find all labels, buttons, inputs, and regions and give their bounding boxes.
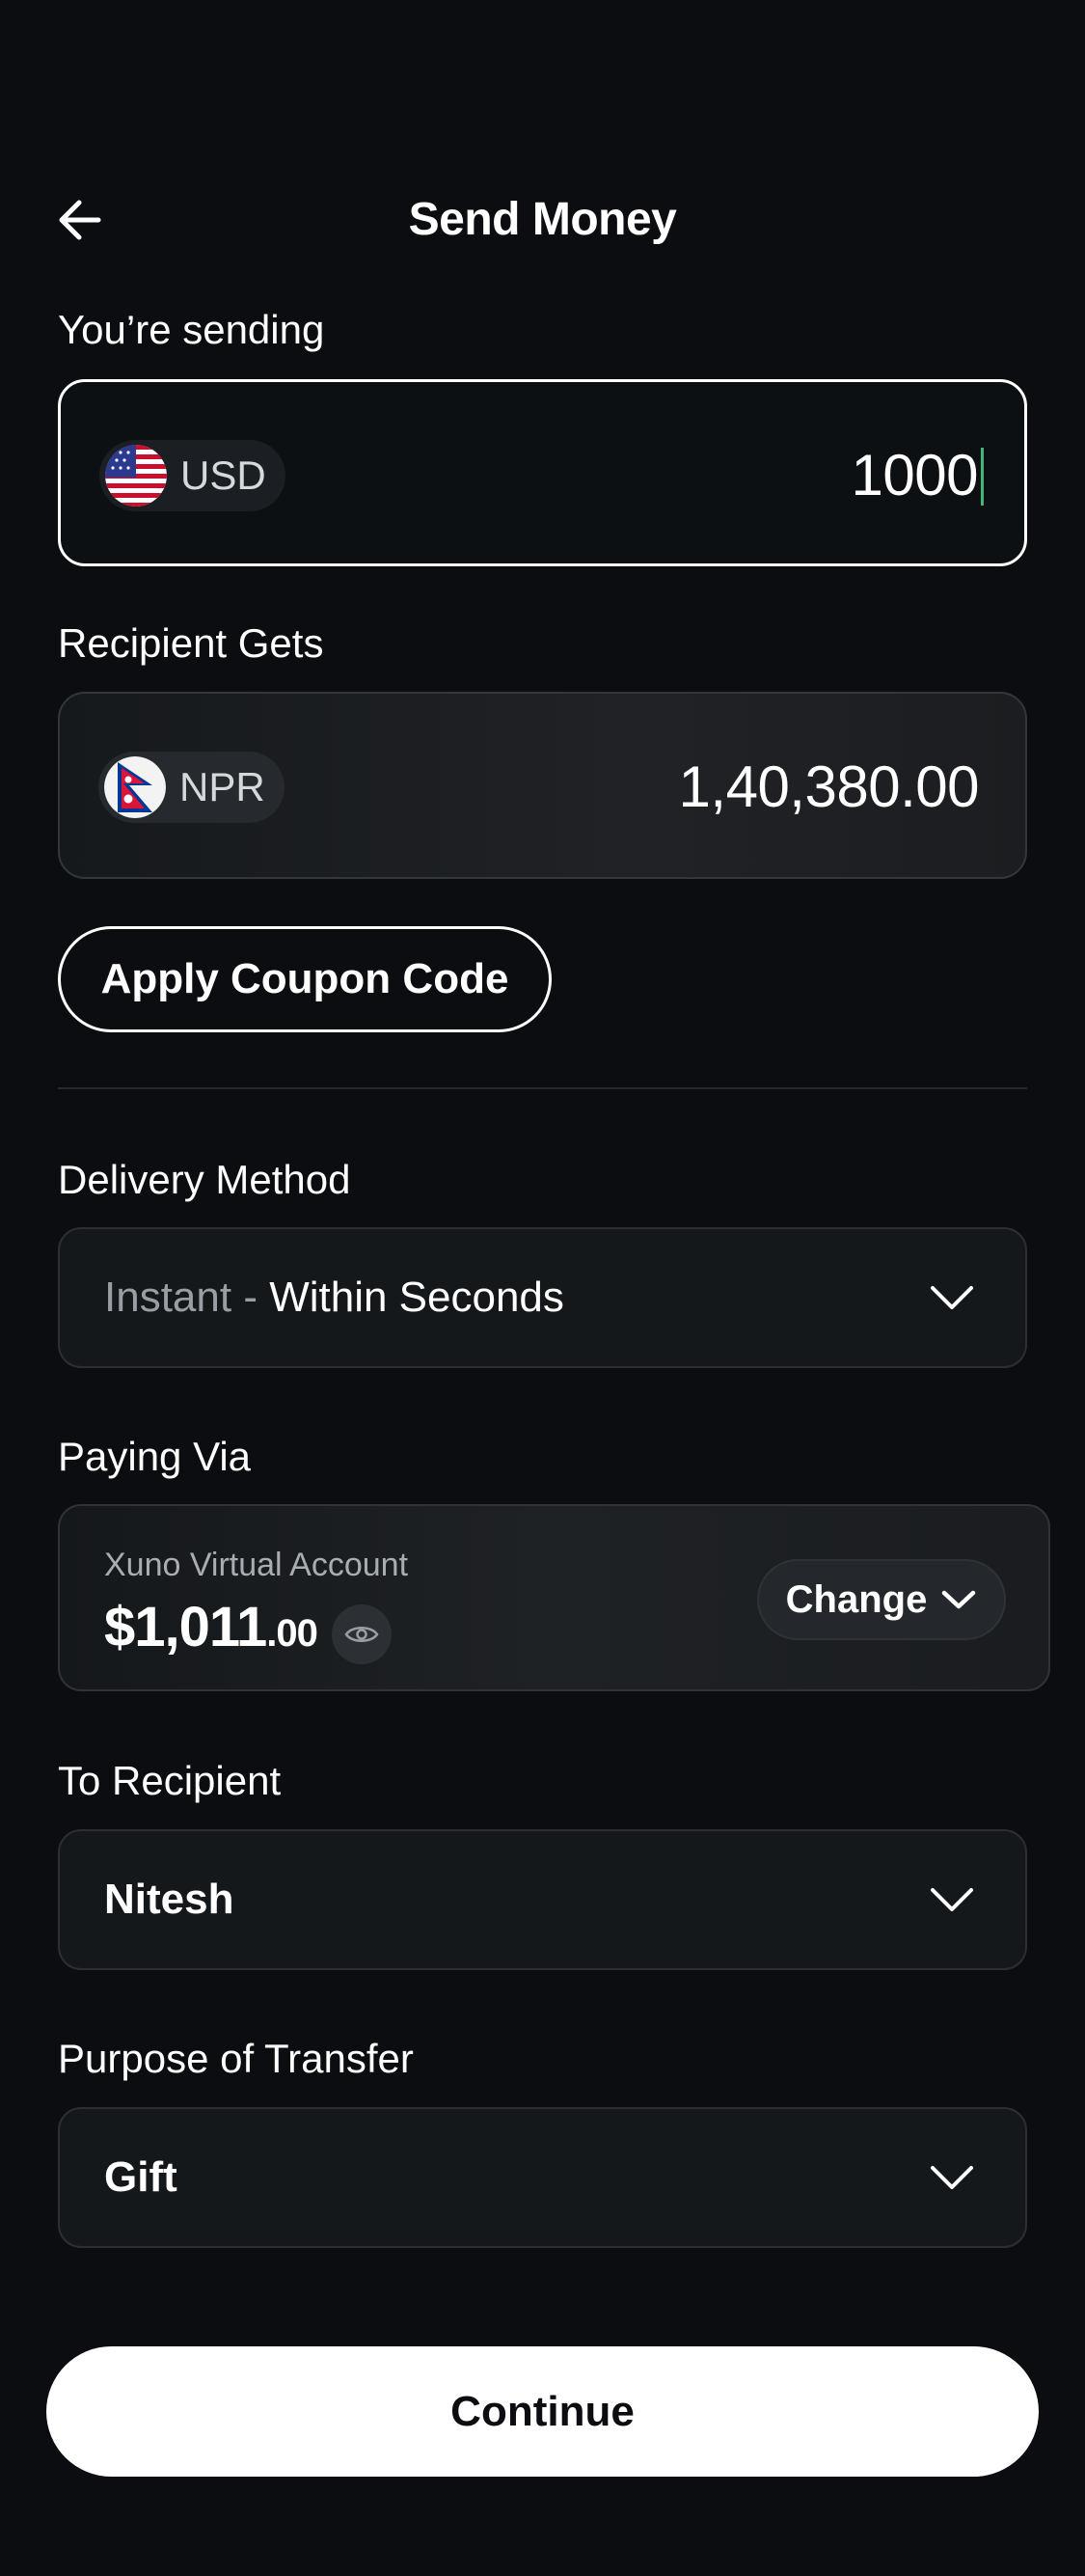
text-cursor xyxy=(981,448,984,506)
account-name: Xuno Virtual Account xyxy=(104,1547,409,1583)
account-balance: $1,011.00 xyxy=(104,1595,318,1659)
delivery-detail: Within Seconds xyxy=(269,1274,564,1321)
np-flag-icon xyxy=(104,756,166,818)
divider xyxy=(58,1087,1027,1089)
delivery-method-label: Delivery Method xyxy=(58,1157,351,1202)
change-payment-button[interactable]: Change xyxy=(757,1559,1006,1640)
recipient-currency-code: NPR xyxy=(179,764,265,809)
page-title: Send Money xyxy=(408,194,677,245)
recipient-select[interactable]: Nitesh xyxy=(58,1829,1027,1970)
payment-source-card: Xuno Virtual Account $1,011.00 Change xyxy=(58,1504,1050,1691)
purpose-label: Purpose of Transfer xyxy=(58,2036,414,2081)
us-flag-icon xyxy=(105,445,167,507)
chevron-down-icon xyxy=(931,2166,973,2189)
purpose-value: Gift xyxy=(104,2153,177,2201)
paying-via-label: Paying Via xyxy=(58,1434,252,1479)
apply-coupon-button[interactable]: Apply Coupon Code xyxy=(58,926,552,1032)
sending-amount-value: 1000 xyxy=(851,443,979,507)
chevron-down-icon xyxy=(931,1888,973,1911)
balance-main: $1,011 xyxy=(104,1596,267,1658)
eye-icon xyxy=(344,1627,379,1642)
chevron-down-icon xyxy=(942,1590,976,1609)
chevron-down-icon xyxy=(931,1286,973,1309)
sending-currency-selector[interactable]: USD xyxy=(99,440,285,511)
sending-currency-code: USD xyxy=(180,452,266,498)
recipient-gets-label: Recipient Gets xyxy=(58,620,324,666)
delivery-method-value: Instant - Within Seconds xyxy=(104,1274,564,1322)
toggle-balance-visibility-button[interactable] xyxy=(332,1604,392,1664)
recipient-amount-field: NPR 1,40,380.00 xyxy=(58,692,1027,879)
change-label: Change xyxy=(785,1577,928,1621)
sending-amount-field[interactable]: USD 1000 xyxy=(58,379,1027,566)
continue-button[interactable]: Continue xyxy=(46,2346,1039,2477)
delivery-speed: Instant xyxy=(104,1274,232,1321)
to-recipient-label: To Recipient xyxy=(58,1758,282,1803)
recipient-currency-selector[interactable]: NPR xyxy=(98,752,285,823)
recipient-amount-value: 1,40,380.00 xyxy=(678,754,980,819)
delivery-method-select[interactable]: Instant - Within Seconds xyxy=(58,1227,1027,1368)
recipient-value: Nitesh xyxy=(104,1876,234,1923)
balance-decimal: .00 xyxy=(266,1612,318,1655)
delivery-separator: - xyxy=(231,1274,270,1321)
purpose-select[interactable]: Gift xyxy=(58,2107,1027,2248)
sending-label: You’re sending xyxy=(58,307,325,352)
